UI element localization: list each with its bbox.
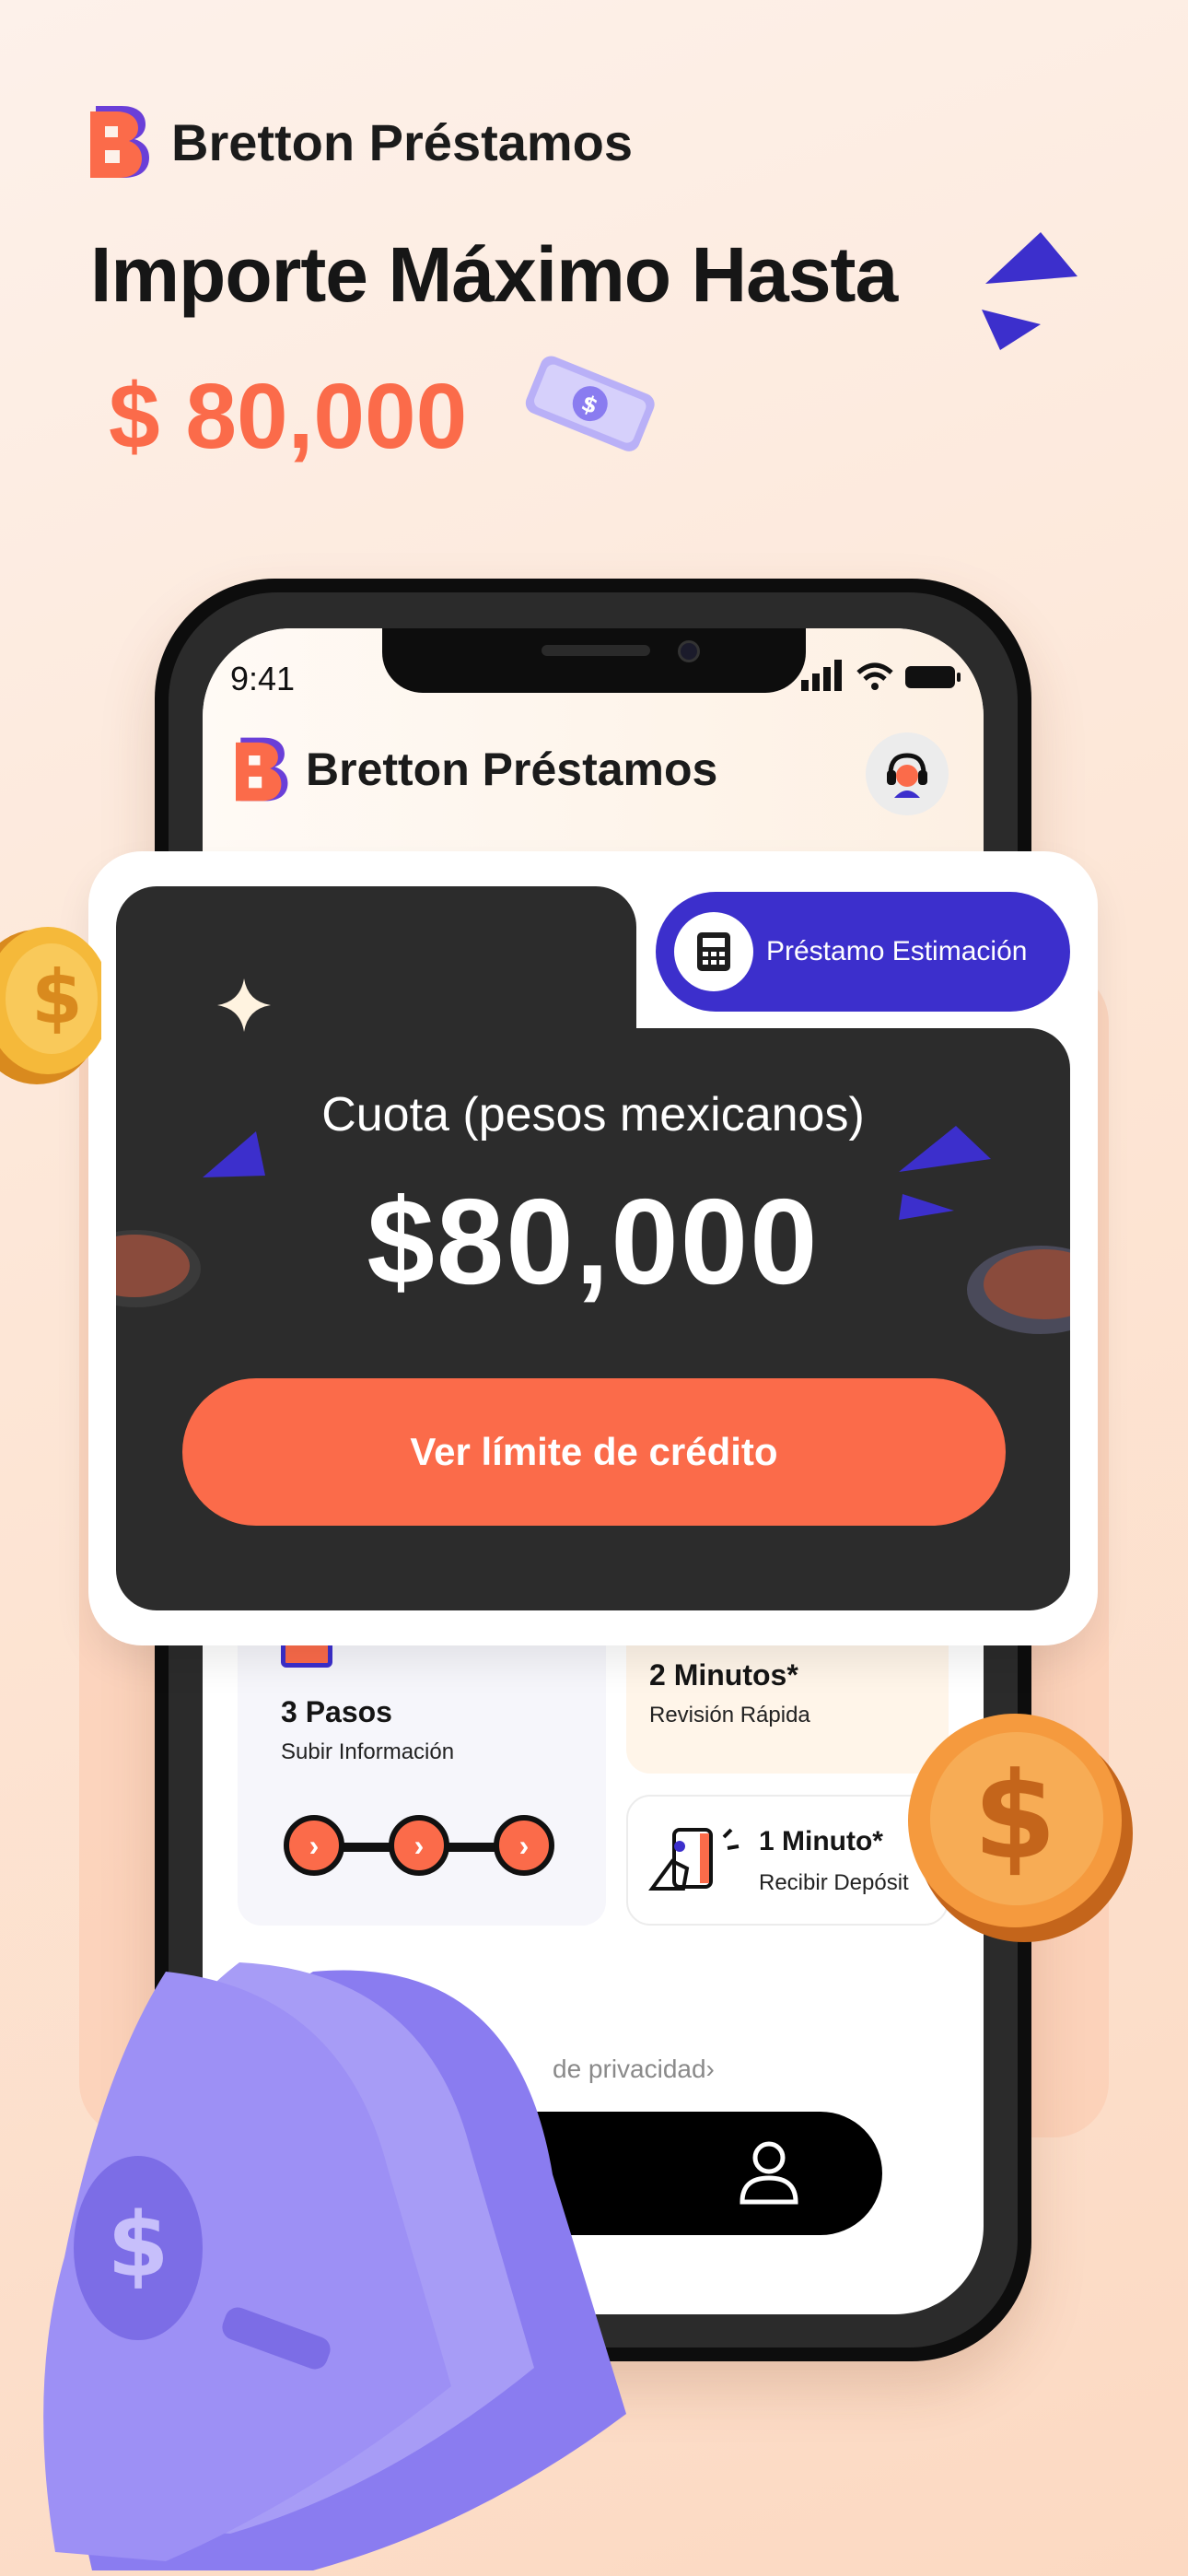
support-icon xyxy=(887,753,927,798)
status-icons xyxy=(801,660,961,691)
logo-icon xyxy=(90,106,153,178)
loan-estimate-button[interactable]: Préstamo Estimación xyxy=(656,892,1070,1012)
review-title: 2 Minutos* xyxy=(649,1658,798,1692)
promo-join xyxy=(636,1028,701,1093)
deposit-subtitle: Recibir Depósit xyxy=(759,1870,909,1895)
steps-title: 3 Pasos xyxy=(281,1695,392,1728)
status-time: 9:41 xyxy=(230,660,296,697)
support-button[interactable] xyxy=(866,732,949,815)
coin-icon: $ xyxy=(0,927,101,1084)
battery-icon xyxy=(905,666,961,688)
bill-stack-icon: $ xyxy=(43,1962,626,2570)
deposit-title: 1 Minuto* xyxy=(759,1826,883,1856)
quota-amount: $80,000 xyxy=(367,1174,820,1309)
wifi-icon xyxy=(856,662,893,690)
headline: Importe Máximo Hasta xyxy=(90,231,898,318)
phone-camera xyxy=(678,640,700,662)
review-subtitle: Revisión Rápida xyxy=(649,1703,810,1727)
money-bill-icon: $ xyxy=(525,356,655,451)
step-arrow-icon: › xyxy=(284,1815,344,1876)
svg-text:$: $ xyxy=(31,954,83,1040)
triangle-decoration xyxy=(982,232,1077,350)
svg-text:$: $ xyxy=(108,2194,169,2297)
header-brand: Bretton Préstamos xyxy=(90,106,633,178)
signal-icon xyxy=(801,660,842,691)
card-hand-icon xyxy=(648,1828,740,1891)
svg-text:$: $ xyxy=(973,1746,1056,1886)
coin-icon: $ xyxy=(908,1714,1133,1942)
step-arrow-icon: › xyxy=(494,1815,554,1876)
app-brand: Bretton Préstamos xyxy=(236,737,717,802)
brand-name: Bretton Préstamos xyxy=(171,112,634,171)
phone-notch xyxy=(382,628,806,693)
phone-speaker xyxy=(542,645,650,656)
logo-icon xyxy=(236,737,288,802)
view-credit-limit-button[interactable]: Ver límite de crédito xyxy=(182,1378,1006,1526)
sparkle-decoration xyxy=(217,978,271,1032)
quota-label: Cuota (pesos mexicanos) xyxy=(321,1088,865,1142)
steps-subtitle: Subir Información xyxy=(281,1739,455,1764)
calculator-icon xyxy=(674,912,753,991)
step-arrow-icon: › xyxy=(389,1815,449,1876)
app-brand-name: Bretton Préstamos xyxy=(306,744,718,795)
loan-estimate-label: Préstamo Estimación xyxy=(766,936,1028,966)
max-amount: $ 80,000 xyxy=(109,365,468,468)
